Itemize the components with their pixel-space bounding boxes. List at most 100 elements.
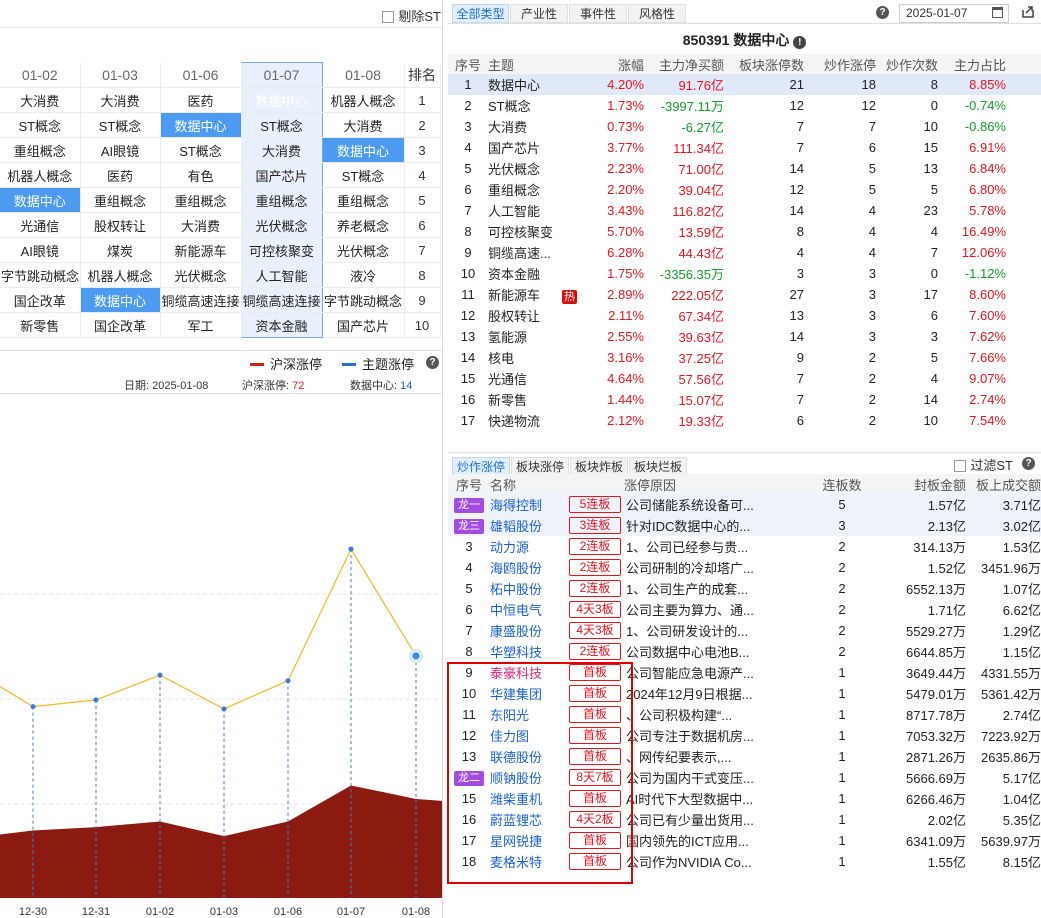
stock-row[interactable]: 5 柘中股份 2连板 1、公司生产的成套... 2 6552.13万 1.07亿: [448, 578, 1041, 599]
grid-theme-cell[interactable]: 重组概念: [322, 187, 405, 213]
grid-theme-cell[interactable]: 股权转让: [80, 212, 161, 238]
grid-theme-cell[interactable]: 医药: [80, 162, 161, 188]
sector-row[interactable]: 2 ST概念 1.73% -3997.11万 12 12 0 -0.74%: [448, 95, 1041, 116]
grid-col-header[interactable]: 排名: [404, 62, 441, 88]
stock-reason-cell[interactable]: 国内领先的ICT应用...: [624, 830, 760, 851]
grid-theme-cell[interactable]: 有色: [160, 162, 242, 188]
grid-theme-cell[interactable]: 医药: [160, 87, 242, 113]
grid-theme-cell[interactable]: 数据中心: [160, 112, 242, 138]
grid-theme-cell[interactable]: 机器人概念: [0, 162, 81, 188]
grid-theme-cell[interactable]: 国产芯片: [322, 312, 405, 338]
stock-reason-cell[interactable]: 公司已有少量出货用...: [624, 809, 760, 830]
grid-theme-cell[interactable]: 国产芯片: [240, 162, 323, 188]
stock-reason-cell[interactable]: 公司作为NVIDIA Co...: [624, 851, 760, 872]
grid-theme-cell[interactable]: 数据中心: [322, 137, 405, 163]
grid-theme-cell[interactable]: 铜缆高速连接: [160, 287, 242, 313]
grid-theme-cell[interactable]: 光伏概念: [240, 212, 323, 238]
sector-row[interactable]: 3 大消费 0.73% -6.27亿 7 7 10 -0.86%: [448, 116, 1041, 137]
stock-row[interactable]: 3 动力源 2连板 1、公司已经参与贵... 2 314.13万 1.53亿: [448, 536, 1041, 557]
grid-theme-cell[interactable]: 大消费: [322, 112, 405, 138]
grid-theme-cell[interactable]: 新能源车: [160, 237, 242, 263]
sector-row[interactable]: 5 光伏概念 2.23% 71.00亿 14 5 13 6.84%: [448, 158, 1041, 179]
sector-col-header[interactable]: 涨幅: [588, 54, 644, 74]
help-icon[interactable]: ?: [426, 356, 439, 369]
grid-theme-cell[interactable]: 光伏概念: [160, 262, 242, 288]
filter-st-toggle[interactable]: 过滤ST: [954, 455, 1013, 474]
grid-theme-cell[interactable]: 大消费: [80, 87, 161, 113]
legend-item-theme[interactable]: 主题涨停: [342, 354, 414, 373]
stock-reason-cell[interactable]: 公司主要为算力、通...: [624, 599, 760, 620]
grid-theme-cell[interactable]: 新零售: [0, 312, 81, 338]
stock-reason-cell[interactable]: 针对IDC数据中心的...: [624, 515, 760, 536]
tab-all-types[interactable]: 全部类型: [452, 4, 509, 23]
stock-name-link[interactable]: 动力源: [490, 540, 529, 555]
grid-theme-cell[interactable]: 数据中心: [240, 87, 323, 113]
sector-col-header[interactable]: 板块涨停数: [724, 54, 804, 74]
sector-row[interactable]: 12 股权转让 2.11% 67.34亿 13 3 6 7.60%: [448, 305, 1041, 326]
stock-name-link[interactable]: 中恒电气: [490, 603, 542, 618]
stock-reason-cell[interactable]: 、网传纪要表示,...: [624, 746, 760, 767]
grid-theme-cell[interactable]: AI眼镜: [0, 237, 81, 263]
export-icon[interactable]: [1021, 5, 1035, 19]
tab-industry[interactable]: 产业性: [510, 4, 568, 23]
stock-reason-cell[interactable]: 公司研制的冷却塔广...: [624, 557, 760, 578]
sector-row[interactable]: 9 铜缆高速... 6.28% 44.43亿 4 4 7 12.06%: [448, 242, 1041, 263]
sector-row[interactable]: 14 核电 3.16% 37.25亿 9 2 5 7.66%: [448, 347, 1041, 368]
grid-theme-cell[interactable]: 重组概念: [160, 187, 242, 213]
grid-theme-cell[interactable]: 重组概念: [80, 187, 161, 213]
grid-theme-cell[interactable]: 养老概念: [322, 212, 405, 238]
grid-col-header[interactable]: 01-06: [160, 62, 242, 88]
stock-reason-cell[interactable]: 1、公司研发设计的...: [624, 620, 760, 641]
sector-col-header[interactable]: 炒作涨停: [804, 54, 876, 74]
grid-theme-cell[interactable]: 铜缆高速连接: [240, 287, 323, 313]
stock-name-cell[interactable]: 中恒电气: [490, 599, 566, 620]
stock-name-link[interactable]: 海得控制: [490, 498, 542, 513]
grid-theme-cell[interactable]: 光伏概念: [322, 237, 405, 263]
stock-col-header[interactable]: 涨停原因: [624, 474, 760, 494]
grid-col-header[interactable]: 01-07: [240, 62, 323, 88]
stock-name-cell[interactable]: 海得控制: [490, 494, 566, 515]
grid-theme-cell[interactable]: ST概念: [322, 162, 405, 188]
sector-col-header[interactable]: 主力占比: [938, 54, 1006, 74]
stock-row[interactable]: 4 海鸥股份 2连板 公司研制的冷却塔广... 2 1.52亿 3451.96万: [448, 557, 1041, 578]
sector-col-header[interactable]: 主题: [488, 54, 588, 74]
grid-theme-cell[interactable]: 重组概念: [240, 187, 323, 213]
stock-name-cell[interactable]: 华塑科技: [490, 641, 566, 662]
sector-col-header[interactable]: 主力净买额: [644, 54, 724, 74]
stock-row[interactable]: 8 华塑科技 2连板 公司数据中心电池B... 2 6644.85万 1.15亿: [448, 641, 1041, 662]
grid-theme-cell[interactable]: 国企改革: [0, 287, 81, 313]
grid-theme-cell[interactable]: 煤炭: [80, 237, 161, 263]
stock-reason-cell[interactable]: 公司智能应急电源产...: [624, 662, 760, 683]
grid-theme-cell[interactable]: ST概念: [240, 112, 323, 138]
sector-row[interactable]: 1 数据中心 4.20% 91.76亿 21 18 8 8.85%: [448, 74, 1041, 95]
grid-theme-cell[interactable]: 数据中心: [80, 287, 161, 313]
help-icon[interactable]: ?: [1022, 457, 1035, 470]
stock-reason-cell[interactable]: 公司储能系统设备可...: [624, 494, 760, 515]
stock-row[interactable]: 龙一 海得控制 5连板 公司储能系统设备可... 5 1.57亿 3.71亿: [448, 494, 1041, 515]
grid-theme-cell[interactable]: 可控核聚变: [240, 237, 323, 263]
stock-col-header[interactable]: 板上成交额: [966, 474, 1041, 494]
stock-col-header[interactable]: 封板金额: [880, 474, 966, 494]
sector-row[interactable]: 7 人工智能 3.43% 116.82亿 14 4 23 5.78%: [448, 200, 1041, 221]
stock-reason-cell[interactable]: 1、公司生产的成套...: [624, 578, 760, 599]
sector-col-header[interactable]: 序号: [448, 54, 488, 74]
grid-col-header[interactable]: 01-02: [0, 62, 81, 88]
info-icon[interactable]: !: [793, 36, 807, 49]
grid-theme-cell[interactable]: 大消费: [160, 212, 242, 238]
grid-theme-cell[interactable]: 大消费: [240, 137, 323, 163]
stock-reason-cell[interactable]: 2024年12月9日根据...: [624, 683, 760, 704]
grid-theme-cell[interactable]: 字节跳动概念: [0, 262, 81, 288]
tab-event[interactable]: 事件性: [569, 4, 627, 23]
grid-theme-cell[interactable]: 人工智能: [240, 262, 323, 288]
tab-style[interactable]: 风格性: [628, 4, 686, 23]
stock-name-link[interactable]: 华塑科技: [490, 645, 542, 660]
grid-theme-cell[interactable]: 军工: [160, 312, 242, 338]
grid-theme-cell[interactable]: ST概念: [0, 112, 81, 138]
help-icon[interactable]: ?: [876, 6, 889, 19]
stock-row[interactable]: 7 康盛股份 4天3板 1、公司研发设计的... 2 5529.27万 1.29亿: [448, 620, 1041, 641]
stock-reason-cell[interactable]: 公司数据中心电池B...: [624, 641, 760, 662]
sector-row[interactable]: 4 国产芯片 3.77% 111.34亿 7 6 15 6.91%: [448, 137, 1041, 158]
stock-reason-cell[interactable]: 、公司积极构建“...: [624, 704, 760, 725]
grid-theme-cell[interactable]: 国企改革: [80, 312, 161, 338]
sector-row[interactable]: 8 可控核聚变 5.70% 13.59亿 8 4 4 16.49%: [448, 221, 1041, 242]
